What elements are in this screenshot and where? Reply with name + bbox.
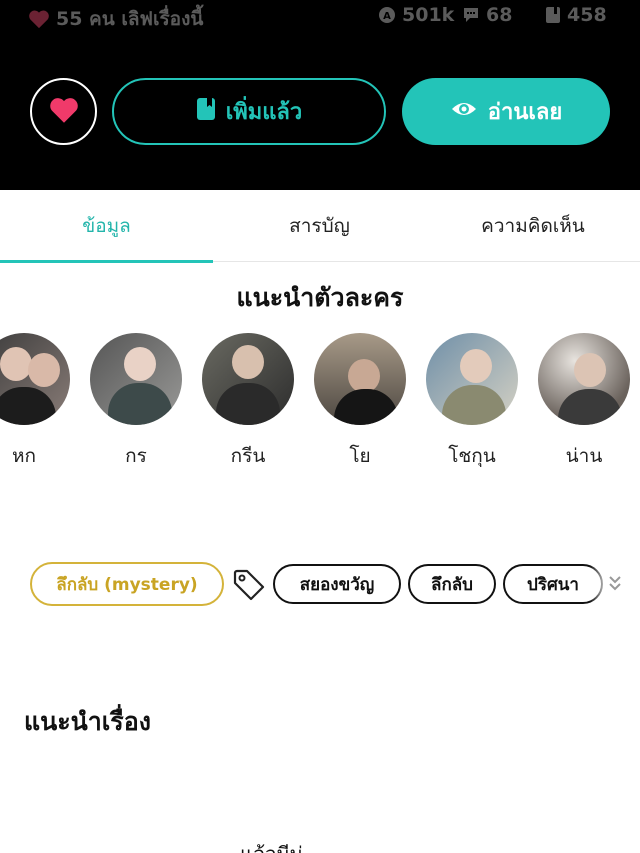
character-avatar <box>538 333 630 425</box>
genre-tag[interactable]: ลึกลับ (mystery) <box>30 562 224 606</box>
character-name: โย <box>349 445 371 467</box>
characters-carousel[interactable]: หก กร กรีน โย โชกุน น่าน <box>0 333 640 473</box>
tab-info[interactable]: ข้อมูล <box>0 190 213 262</box>
heart-small-icon <box>28 9 50 29</box>
stats-bar: 55 คน เลิฟเรื่องนี้ A 501k 68 458 <box>0 4 640 34</box>
tag-chip[interactable]: สยองขวัญ <box>273 564 401 604</box>
read-label: อ่านเลย <box>487 100 563 125</box>
chapters-count: 458 <box>567 4 607 26</box>
character-name: โชกุน <box>448 445 496 467</box>
character-name: กรีน <box>230 445 266 467</box>
svg-text:A: A <box>383 11 391 22</box>
eye-icon <box>450 99 478 125</box>
tags-row: ลึกลับ (mystery) สยองขวัญ ลึกลับ ปริศนา <box>0 562 640 606</box>
love-button[interactable] <box>30 78 97 145</box>
heart-icon <box>48 96 80 128</box>
added-label: เพิ่มแล้ว <box>225 100 303 125</box>
character-card[interactable]: หก <box>0 333 70 471</box>
likes-stat: 55 คน เลิฟเรื่องนี้ <box>28 4 203 34</box>
character-card[interactable]: โชกุน <box>426 333 518 471</box>
chevron-double-down-icon[interactable] <box>607 574 623 598</box>
characters-section-title: แนะนำตัวละคร <box>236 283 404 312</box>
reads-count: 501k <box>402 4 455 26</box>
recommended-stories-title: แนะนำเรื่อง <box>24 707 151 736</box>
story-header: 55 คน เลิฟเรื่องนี้ A 501k 68 458 เพิ่มแ… <box>0 0 640 190</box>
character-card[interactable]: น่าน <box>538 333 630 471</box>
character-name: หก <box>11 445 37 467</box>
character-avatar <box>202 333 294 425</box>
comment-icon <box>462 6 480 24</box>
book-icon <box>545 6 561 24</box>
likes-text: 55 คน เลิฟเรื่องนี้ <box>56 8 204 30</box>
character-name: กร <box>125 445 147 467</box>
tab-table-of-contents[interactable]: สารบัญ <box>213 190 426 262</box>
character-card[interactable]: กร <box>90 333 182 471</box>
tag-chip[interactable]: ปริศนา <box>503 564 603 604</box>
tag-icon <box>232 568 266 606</box>
character-card[interactable]: กรีน <box>202 333 294 471</box>
recommended-partial-text: แล้วมีม่ <box>240 838 303 853</box>
character-name: น่าน <box>565 445 603 467</box>
tag-chip[interactable]: ลึกลับ <box>408 564 496 604</box>
character-avatar <box>0 333 70 425</box>
bookmark-book-icon <box>196 97 216 127</box>
reads-stat: A 501k <box>378 4 454 26</box>
added-to-library-button[interactable]: เพิ่มแล้ว <box>112 78 386 145</box>
reads-icon: A <box>378 6 396 24</box>
character-avatar <box>90 333 182 425</box>
read-now-button[interactable]: อ่านเลย <box>402 78 610 145</box>
character-avatar <box>426 333 518 425</box>
chapters-stat: 458 <box>545 4 607 26</box>
comments-count: 68 <box>486 4 513 26</box>
character-avatar <box>314 333 406 425</box>
comments-stat: 68 <box>462 4 512 26</box>
active-tab-indicator <box>0 260 213 263</box>
character-card[interactable]: โย <box>314 333 406 471</box>
detail-tabs: ข้อมูล สารบัญ ความคิดเห็น <box>0 190 640 263</box>
tab-comments[interactable]: ความคิดเห็น <box>426 190 640 262</box>
